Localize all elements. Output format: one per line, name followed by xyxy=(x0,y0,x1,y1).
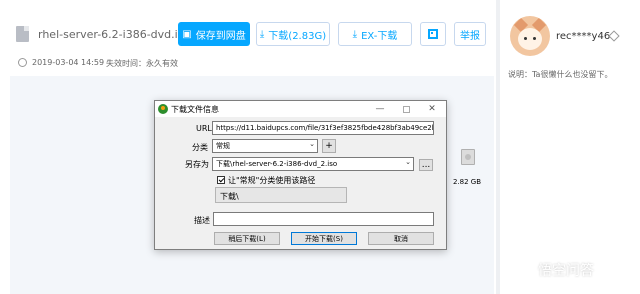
start-download-button[interactable]: 开始下载(S) xyxy=(291,232,357,245)
report-button[interactable]: 举报 xyxy=(454,22,486,46)
download-button[interactable]: ⤓ 下载(2.83G) xyxy=(256,22,330,46)
save-to-netdisk-label: 保存到网盘 xyxy=(195,30,246,42)
dialog-title-bar[interactable]: 下载文件信息 — ✕ xyxy=(155,101,446,117)
maximize-icon xyxy=(402,105,410,113)
maximize-button[interactable] xyxy=(393,101,419,117)
watermark: 悟空问答 xyxy=(518,260,594,280)
file-name: rhel-server-6.2-i386-dvd.i... xyxy=(38,28,189,41)
download-icon: ⤓ xyxy=(352,28,358,40)
category-label: 分类 xyxy=(192,143,208,152)
download-label: 下载(2.83G) xyxy=(268,30,327,42)
expiry-value: 永久有效 xyxy=(146,59,178,68)
url-label: URL xyxy=(196,124,212,133)
cancel-button[interactable]: 取消 xyxy=(368,232,434,245)
use-path-checkbox-label[interactable]: 让"常规"分类使用该路径 xyxy=(228,175,315,186)
close-button[interactable]: ✕ xyxy=(419,101,445,117)
ex-download-label: EX-下载 xyxy=(361,30,398,42)
category-value: 常规 xyxy=(216,142,230,150)
save-icon: ▣ xyxy=(182,28,192,40)
dialog-title: 下载文件信息 xyxy=(171,105,219,114)
qr-code-icon xyxy=(428,29,438,39)
user-bio: 说明：Ta很懒什么也没留下。 xyxy=(508,70,613,79)
save-as-select[interactable]: 下载\rhel-server-6.2-i386-dvd_2.iso ⌄ xyxy=(212,157,414,171)
save-as-value: 下载\rhel-server-6.2-i386-dvd_2.iso xyxy=(216,160,338,168)
browse-button[interactable]: ... xyxy=(419,159,433,171)
chevron-down-icon: ⌄ xyxy=(405,158,411,166)
user-name[interactable]: rec****y46 xyxy=(556,31,610,42)
category-select[interactable]: 常规 ⌄ xyxy=(212,139,318,153)
qr-code-button[interactable] xyxy=(420,22,446,46)
chevron-down-icon: ⌄ xyxy=(309,140,315,148)
ex-download-button[interactable]: ⤓ EX-下载 xyxy=(338,22,412,46)
file-icon xyxy=(16,26,29,42)
description-field[interactable] xyxy=(213,212,434,226)
idm-app-icon xyxy=(158,104,168,114)
expiry-label: 失效时间： xyxy=(106,59,146,68)
file-type-icon xyxy=(461,149,475,165)
share-date: 2019-03-04 14:59 xyxy=(32,58,105,67)
url-field[interactable]: https://d11.baidupcs.com/file/31f3ef3825… xyxy=(212,121,434,135)
clock-icon xyxy=(18,58,27,67)
use-path-checkbox[interactable] xyxy=(217,176,225,184)
watermark-text: 悟空问答 xyxy=(538,263,594,279)
download-later-button[interactable]: 稍后下载(L) xyxy=(214,232,280,245)
minimize-button[interactable]: — xyxy=(367,101,393,117)
wukong-logo-icon xyxy=(518,262,534,278)
description-label: 描述 xyxy=(194,216,210,225)
add-category-button[interactable]: + xyxy=(322,139,336,153)
download-file-info-dialog: 下载文件信息 — ✕ URL https://d11.baidupcs.com/… xyxy=(154,100,481,250)
download-icon: ⤓ xyxy=(259,28,265,40)
save-to-netdisk-button[interactable]: ▣ 保存到网盘 xyxy=(178,22,250,46)
category-path-box: 下载\ xyxy=(215,187,347,203)
file-size: 2.82 GB xyxy=(453,178,482,186)
avatar[interactable] xyxy=(510,16,550,56)
report-label: 举报 xyxy=(460,30,480,42)
save-as-label: 另存为 xyxy=(185,160,209,169)
